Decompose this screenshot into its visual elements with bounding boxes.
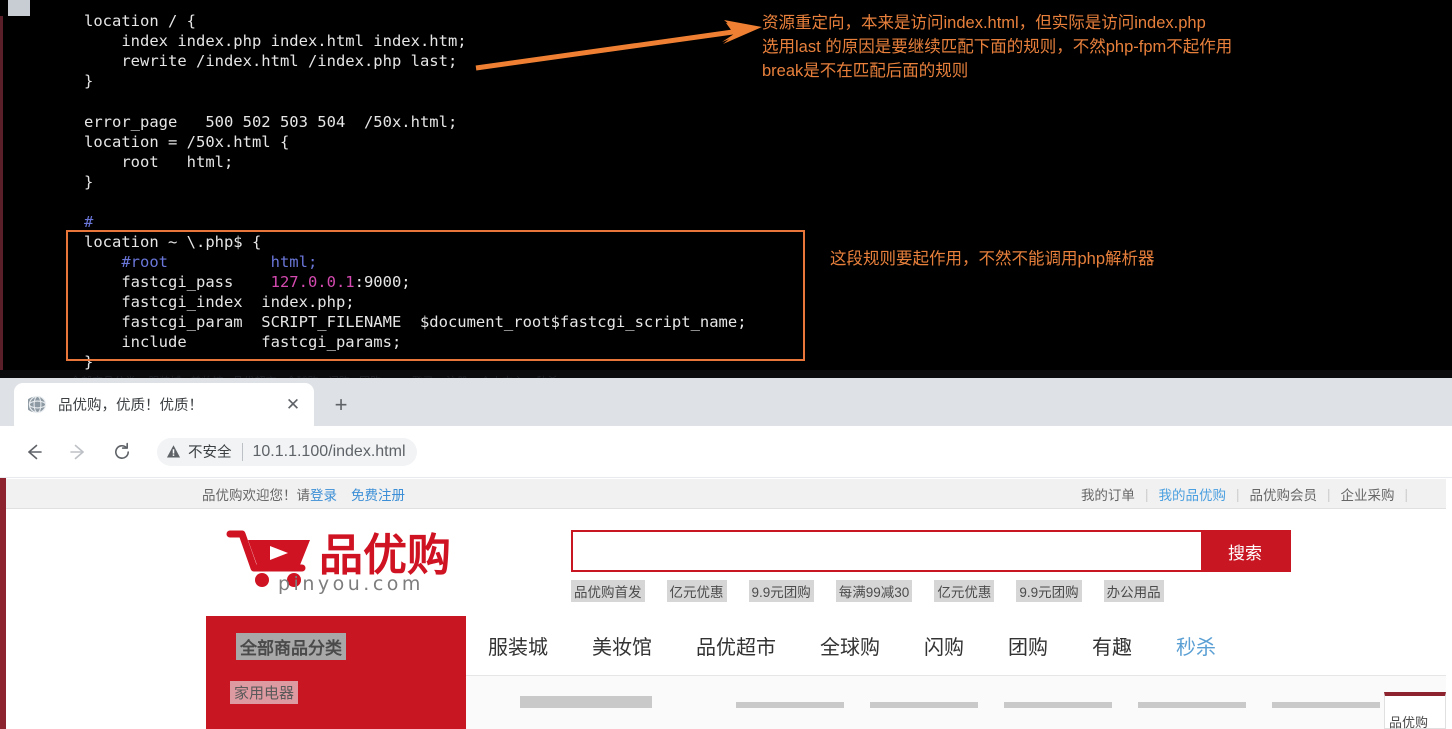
annotation-php-rule-explanation: 这段规则要起作用，不然不能调用php解析器 xyxy=(830,250,1155,268)
content-placeholder-strip: 品优购 xyxy=(466,676,1446,729)
logo-domain-text: pinyou.com xyxy=(278,573,424,595)
fastcgi-pass-ip: 127.0.0.1 xyxy=(270,273,355,291)
shortcut-item-my-pinyou[interactable]: 我的品优购 xyxy=(1148,484,1236,504)
placeholder-block xyxy=(1004,702,1112,708)
browser-tab[interactable]: 品优购，优质！优质！ ✕ xyxy=(14,383,314,426)
hot-word[interactable]: 亿元优惠 xyxy=(666,580,727,602)
search-input[interactable] xyxy=(573,532,1201,570)
placeholder-block xyxy=(736,702,844,708)
hot-word[interactable]: 品优购首发 xyxy=(571,580,645,602)
hot-word[interactable]: 亿元优惠 xyxy=(934,580,995,602)
nginx-php-location-block: # location ~ \.php$ { #root html; fastcg… xyxy=(84,212,747,372)
main-nav: 服装城 美妆馆 品优超市 全球购 闪购 团购 有趣 秒杀 xyxy=(466,616,1446,676)
browser-tab-strip[interactable]: 品优购，优质！优质！ ✕ + xyxy=(0,378,1452,426)
site-shortcut-bar: 品优购欢迎您！请 登录 免费注册 我的订单 | 我的品优购 | 品优购会员 | … xyxy=(6,479,1446,509)
nav-item-group-buy[interactable]: 团购 xyxy=(986,631,1070,660)
address-bar[interactable]: 不安全 10.1.1.100/index.html xyxy=(157,435,1452,469)
site-security-chip[interactable]: 不安全 10.1.1.100/index.html xyxy=(157,437,417,466)
divider: | xyxy=(1404,486,1408,502)
close-icon[interactable]: ✕ xyxy=(280,392,306,418)
hot-word[interactable]: 9.9元团购 xyxy=(748,580,814,602)
orange-arrow-annotation xyxy=(475,20,762,71)
shortcut-item-enterprise[interactable]: 企业采购 xyxy=(1330,484,1404,504)
login-link[interactable]: 登录 xyxy=(310,484,337,504)
omnibox-separator xyxy=(241,442,243,461)
placeholder-block xyxy=(870,702,978,708)
shortcut-item-my-orders[interactable]: 我的订单 xyxy=(1071,484,1145,504)
floating-side-panel[interactable]: 品优购 xyxy=(1384,692,1446,729)
placeholder-block xyxy=(520,696,652,708)
placeholder-block xyxy=(1138,702,1246,708)
nav-item-flash-sale[interactable]: 闪购 xyxy=(902,631,986,660)
hot-word[interactable]: 办公用品 xyxy=(1103,580,1164,602)
hash-comment: # xyxy=(84,213,94,231)
window-control-box xyxy=(8,0,30,16)
fastcgi-pass-port: :9000; xyxy=(354,273,411,291)
nav-item-global[interactable]: 全球购 xyxy=(798,631,902,660)
hot-word[interactable]: 9.9元团购 xyxy=(1016,580,1082,602)
site-nav-area: 全部商品分类 家用电器 服装城 美妆馆 品优超市 全球购 闪购 团购 有趣 秒杀 xyxy=(6,616,1446,729)
welcome-text: 品优购欢迎您！请 xyxy=(202,488,310,503)
floating-panel-label: 品优购 xyxy=(1389,715,1429,729)
include-line: include fastcgi_params; xyxy=(84,333,402,351)
hot-words-list: 品优购首发 亿元优惠 9.9元团购 每满99减30 亿元优惠 9.9元团购 办公… xyxy=(571,578,1311,604)
php-location-close: } xyxy=(84,353,94,371)
search-box[interactable]: 搜索 xyxy=(571,530,1291,572)
warning-triangle-icon xyxy=(166,445,181,458)
nav-item-fun[interactable]: 有趣 xyxy=(1070,631,1154,660)
browser-window[interactable]: 品优购，优质！优质！ ✕ + 不安全 10.1.1.100/index.html… xyxy=(0,378,1452,729)
register-link[interactable]: 免费注册 xyxy=(351,484,405,504)
nginx-error-page-block: error_page 500 502 503 504 /50x.html; lo… xyxy=(84,113,458,191)
window-left-stripe xyxy=(0,16,3,390)
browser-tab-title: 品优购，优质！优质！ xyxy=(58,398,203,414)
terminal-window[interactable]: location / { index index.php index.html … xyxy=(0,0,1452,390)
fastcgi-param-line: fastcgi_param SCRIPT_FILENAME $document_… xyxy=(84,313,747,331)
reload-icon[interactable] xyxy=(105,435,139,469)
fastcgi-pass-key: fastcgi_pass xyxy=(84,273,271,291)
category-item-home-appliance[interactable]: 家用电器 xyxy=(230,681,299,704)
nginx-location-root-block: location / { index index.php index.html … xyxy=(84,12,467,90)
browser-toolbar: 不安全 10.1.1.100/index.html xyxy=(0,426,1452,478)
php-location-open: location ~ \.php$ { xyxy=(84,233,262,251)
nav-item-pinyou-market[interactable]: 品优超市 xyxy=(674,631,798,660)
placeholder-block xyxy=(1272,702,1380,708)
fastcgi-index-line: fastcgi_index index.php; xyxy=(84,293,355,311)
url-text[interactable]: 10.1.1.100/index.html xyxy=(253,443,406,461)
root-comment-line: #root html; xyxy=(84,253,318,271)
web-page-content: 品优购欢迎您！请 登录 免费注册 我的订单 | 我的品优购 | 品优购会员 | … xyxy=(6,479,1446,729)
search-button[interactable]: 搜索 xyxy=(1201,532,1289,570)
nav-item-seckill[interactable]: 秒杀 xyxy=(1154,631,1238,660)
globe-icon xyxy=(28,395,47,414)
all-categories-panel[interactable]: 全部商品分类 家用电器 xyxy=(206,616,466,729)
arrow-right-icon[interactable] xyxy=(61,435,95,469)
shortcut-right-links: 我的订单 | 我的品优购 | 品优购会员 | 企业采购 | xyxy=(1071,479,1408,509)
nav-item-meizhuangguan[interactable]: 美妆馆 xyxy=(570,631,674,660)
annotation-rewrite-explanation: 资源重定向，本来是访问index.html，但实际是访问index.php 选用… xyxy=(762,14,1233,80)
welcome-area: 品优购欢迎您！请 登录 免费注册 xyxy=(202,479,405,509)
site-header: 品优购 pinyou.com 搜索 品优购首发 亿元优惠 9.9元团购 每满99… xyxy=(6,510,1446,616)
all-categories-title[interactable]: 全部商品分类 xyxy=(236,633,346,660)
arrow-left-icon[interactable] xyxy=(17,435,51,469)
security-status-text: 不安全 xyxy=(188,445,232,461)
new-tab-button[interactable]: + xyxy=(326,390,356,420)
nav-item-fuzhuangcheng[interactable]: 服装城 xyxy=(466,631,570,660)
hot-word[interactable]: 每满99减30 xyxy=(835,580,913,602)
shortcut-item-member[interactable]: 品优购会员 xyxy=(1239,484,1327,504)
